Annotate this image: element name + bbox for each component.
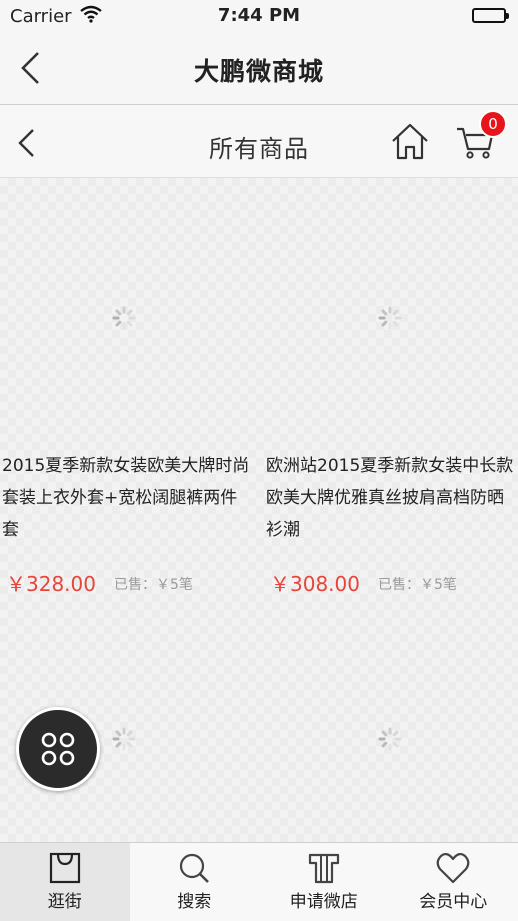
sub-header: 所有商品 0 — [0, 105, 518, 178]
product-image[interactable] — [260, 608, 518, 842]
tab-bar: 逛街 搜索 申请微店 会员中心 — [0, 842, 518, 921]
loading-spinner-icon — [378, 306, 402, 330]
product-name[interactable]: 2015夏季新款女装欧美大牌时尚套装上衣外套+宽松阔腿裤两件套 — [2, 450, 252, 546]
floating-menu-button[interactable] — [16, 707, 100, 791]
cart-count-badge: 0 — [479, 110, 507, 138]
product-sold-count: 已售：￥5笔 — [378, 574, 457, 594]
tab-label: 搜索 — [130, 887, 260, 912]
nav-bar: 大鹏微商城 — [0, 34, 518, 105]
tab-label: 会员中心 — [389, 887, 518, 912]
loading-spinner-icon — [112, 727, 136, 751]
tab-search[interactable]: 搜索 — [130, 843, 260, 921]
product-sold-count: 已售：￥5笔 — [114, 574, 193, 594]
loading-spinner-icon — [112, 306, 136, 330]
product-image[interactable] — [0, 178, 258, 448]
product-image[interactable] — [260, 178, 518, 448]
tab-browse[interactable]: 逛街 — [0, 843, 130, 921]
loading-spinner-icon — [378, 727, 402, 751]
product-name[interactable]: 欧洲站2015夏季新款女装中长款欧美大牌优雅真丝披肩高档防晒衫潮 — [266, 450, 516, 546]
shirt-icon — [307, 851, 341, 885]
tab-apply-shop[interactable]: 申请微店 — [259, 843, 389, 921]
tab-label: 逛街 — [0, 887, 130, 912]
page-title: 大鹏微商城 — [0, 52, 518, 88]
product-card[interactable]: 2015夏季新款女装欧美大牌时尚套装上衣外套+宽松阔腿裤两件套 ￥328.00 … — [0, 178, 258, 598]
bag-icon — [48, 851, 82, 885]
product-card[interactable]: 欧洲站2015夏季新款女装中长款欧美大牌优雅真丝披肩高档防晒衫潮 ￥308.00… — [260, 178, 518, 598]
tab-label: 申请微店 — [259, 887, 389, 912]
home-button[interactable] — [390, 121, 430, 161]
grid-icon — [41, 732, 75, 766]
product-price: ￥308.00 — [270, 568, 360, 597]
home-icon — [390, 121, 430, 161]
search-icon — [177, 851, 211, 885]
tab-member-center[interactable]: 会员中心 — [389, 843, 518, 921]
product-price: ￥328.00 — [6, 568, 96, 597]
clock: 7:44 PM — [0, 5, 518, 26]
status-bar: Carrier 7:44 PM — [0, 0, 518, 34]
section-title: 所有商品 — [0, 129, 518, 164]
battery-icon — [472, 8, 506, 23]
heart-icon — [436, 851, 470, 885]
product-card[interactable] — [260, 608, 518, 842]
